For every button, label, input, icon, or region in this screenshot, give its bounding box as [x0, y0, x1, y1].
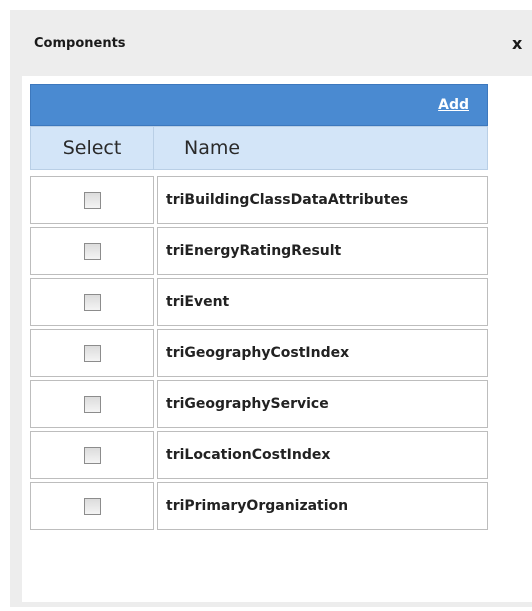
table-row: triLocationCostIndex: [30, 431, 488, 479]
table-row: triEnergyRatingResult: [30, 227, 488, 275]
select-cell: [30, 278, 154, 326]
column-header-name[interactable]: Name: [154, 126, 488, 170]
table-row: triGeographyCostIndex: [30, 329, 488, 377]
grid-toolbar: Add: [30, 84, 488, 126]
name-cell: triEnergyRatingResult: [157, 227, 488, 275]
dialog-title: Components: [34, 36, 126, 51]
select-cell: [30, 329, 154, 377]
select-cell: [30, 227, 154, 275]
close-button[interactable]: x: [512, 34, 530, 54]
table-row: triEvent: [30, 278, 488, 326]
row-checkbox[interactable]: [83, 395, 101, 413]
select-cell: [30, 176, 154, 224]
row-checkbox[interactable]: [83, 242, 101, 260]
row-checkbox[interactable]: [83, 446, 101, 464]
table-row: triPrimaryOrganization: [30, 482, 488, 530]
select-cell: [30, 380, 154, 428]
select-cell: [30, 431, 154, 479]
table-row: triGeographyService: [30, 380, 488, 428]
name-cell: triPrimaryOrganization: [157, 482, 488, 530]
name-cell: triBuildingClassDataAttributes: [157, 176, 488, 224]
row-checkbox[interactable]: [83, 497, 101, 515]
grid-body: triBuildingClassDataAttributes triEnergy…: [30, 176, 488, 533]
top-strip: [0, 0, 532, 10]
dialog-header: Components x: [10, 10, 532, 76]
add-button[interactable]: Add: [438, 97, 469, 113]
content-panel: Add Select Name triBuildingClassDataAttr…: [22, 76, 532, 602]
grid-header: Select Name: [30, 126, 488, 170]
name-cell: triGeographyCostIndex: [157, 329, 488, 377]
table-row: triBuildingClassDataAttributes: [30, 176, 488, 224]
row-checkbox[interactable]: [83, 293, 101, 311]
select-cell: [30, 482, 154, 530]
name-cell: triGeographyService: [157, 380, 488, 428]
name-cell: triLocationCostIndex: [157, 431, 488, 479]
row-checkbox[interactable]: [83, 191, 101, 209]
row-checkbox[interactable]: [83, 344, 101, 362]
name-cell: triEvent: [157, 278, 488, 326]
column-header-select[interactable]: Select: [30, 126, 154, 170]
components-dialog: Components x Add Select Name triBuilding…: [10, 10, 532, 607]
